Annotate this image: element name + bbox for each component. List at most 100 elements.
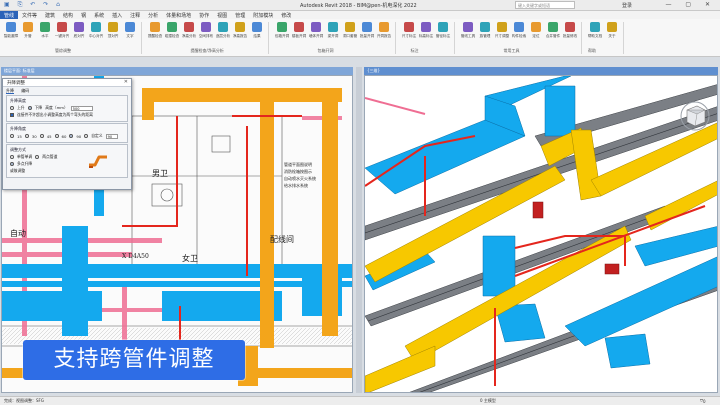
window-controls[interactable]: — ▢ ✕	[665, 1, 716, 8]
ribbon-button-label: 批量开洞	[359, 34, 375, 38]
ribbon-button-2-2[interactable]: 墙体开洞	[308, 22, 324, 46]
dialog-title-bar: 升降调整 ✕	[3, 79, 131, 87]
angle-label: 30	[31, 133, 37, 139]
ribbon-button-3-0[interactable]: 尺寸标注	[401, 22, 417, 46]
ribbon-button-3-2[interactable]: 管径标注	[435, 22, 451, 46]
ribbon-button-4-3[interactable]: 构件检索	[511, 22, 527, 46]
ribbon-button-label: 开洞报告	[376, 34, 392, 38]
ribbon-button-0-4[interactable]: 底对齐	[71, 22, 87, 46]
ribbon-button-1-5[interactable]: 净高报告	[232, 22, 248, 46]
quick-access-toolbar[interactable]: ▣ ⎘ ↶ ↷ ⌂	[4, 1, 63, 9]
note-checkbox[interactable]	[10, 113, 14, 117]
tool-icon	[252, 22, 262, 32]
ribbon-button-2-0[interactable]: 包箱开洞	[274, 22, 290, 46]
login-link[interactable]: 登录	[622, 2, 632, 9]
ribbon-button-1-1[interactable]: 碰撞检查	[164, 22, 180, 46]
mode-label: 多点升降	[17, 161, 33, 166]
radio-angle-15[interactable]	[10, 134, 14, 138]
plan-note-2: 自动喷水灭火系统	[284, 175, 316, 181]
ribbon-button-1-4[interactable]: 逐层分析	[215, 22, 231, 46]
ribbon-button-label: 水平	[41, 34, 49, 38]
right-view-tab[interactable]: {三维}	[364, 67, 718, 75]
radio-single[interactable]	[10, 155, 14, 159]
lift-adjust-dialog: 升降调整 ✕ 升降 编码 升降高度 上升 下降 高度（mm） 500 连接件不许…	[2, 78, 132, 190]
note-text: 连接件不许超出小调整高度为两个弯头的距离	[17, 112, 93, 117]
radio-angle-30[interactable]	[24, 134, 29, 138]
radio-down[interactable]	[27, 106, 32, 110]
ribbon-button-0-1[interactable]: 升管	[20, 22, 36, 46]
ribbon-button-label: 碰撞检查	[164, 34, 180, 38]
search-input[interactable]: 键入关键字或短语	[515, 1, 575, 9]
tool-icon	[235, 22, 245, 32]
ribbon-button-0-7[interactable]: 文字	[122, 22, 138, 46]
tool-icon	[311, 22, 321, 32]
ribbon-button-5-0[interactable]: 帮助文档	[587, 22, 603, 46]
ribbon-button-0-0[interactable]: 智能避障	[3, 22, 19, 46]
ribbon-button-4-2[interactable]: 尺寸调整	[494, 22, 510, 46]
ribbon-button-0-6[interactable]: 顶对齐	[105, 22, 121, 46]
ribbon-button-1-3[interactable]: 空间排布	[198, 22, 214, 46]
tool-icon	[150, 22, 160, 32]
ribbon-button-label: 洞口套管	[342, 34, 358, 38]
ribbon-button-label: 尺寸调整	[494, 34, 510, 38]
radio-two-point[interactable]	[35, 155, 40, 159]
height-input[interactable]: 500	[70, 105, 93, 111]
axis-label: X D4A50	[122, 253, 149, 260]
filter-icon[interactable]: ⛉ 0	[700, 398, 706, 404]
ribbon-button-4-6[interactable]: 批量修改	[562, 22, 578, 46]
group-legend: 升降角度	[10, 126, 26, 131]
ribbon-button-4-0[interactable]: 管线工具	[460, 22, 476, 46]
tab-code[interactable]: 编码	[21, 88, 29, 93]
ribbon-button-0-3[interactable]: 一键对齐	[54, 22, 70, 46]
ribbon-button-1-0[interactable]: 提醒检查	[147, 22, 163, 46]
radio-angle-60[interactable]	[54, 134, 59, 138]
ribbon-tab-bar: 管线 文件等 建筑 结构钢系统 插入 注释 分析 体量和场地 协作 视图 管理 附加模块 修改	[0, 11, 720, 20]
ribbon-button-0-5[interactable]: 中心对齐	[88, 22, 104, 46]
view-splitter[interactable]	[356, 67, 362, 393]
feature-caption: 支持跨管件调整	[23, 340, 245, 380]
tool-icon	[421, 22, 431, 32]
custom-angle-input[interactable]: 90	[105, 133, 118, 139]
ribbon-button-2-3[interactable]: 梁开洞	[325, 22, 341, 46]
status-bar: 完成：视图调整：SFG 0 主模型 ⛉ 0	[0, 396, 720, 405]
radio-angle-90[interactable]	[69, 134, 74, 138]
ribbon-button-label: 关于	[608, 34, 616, 38]
tool-icon	[125, 22, 135, 32]
tool-icon	[463, 22, 473, 32]
tool-icon	[514, 22, 524, 32]
view-cube[interactable]	[680, 101, 710, 131]
radio-angle-custom[interactable]	[84, 134, 89, 138]
ribbon-button-2-6[interactable]: 开洞报告	[376, 22, 392, 46]
radio-angle-45[interactable]	[39, 134, 44, 138]
ribbon-button-2-1[interactable]: 楼板开洞	[291, 22, 307, 46]
3d-view[interactable]	[364, 75, 718, 393]
ribbon-button-1-2[interactable]: 净高分析	[181, 22, 197, 46]
ribbon-button-4-1[interactable]: 族管理	[477, 22, 493, 46]
tool-icon	[218, 22, 228, 32]
radio-up[interactable]	[10, 106, 14, 110]
ribbon-button-label: 梁开洞	[327, 34, 339, 38]
tool-icon	[57, 22, 67, 32]
ribbon-button-0-2[interactable]: 水平	[37, 22, 53, 46]
ribbon-separator	[623, 22, 624, 54]
tool-icon	[294, 22, 304, 32]
left-view-tab[interactable]: 楼层平面: 标准层	[1, 67, 353, 75]
ribbon-button-2-4[interactable]: 洞口套管	[342, 22, 358, 46]
ribbon-button-label: 帮助文档	[587, 34, 603, 38]
ribbon-button-5-1[interactable]: 关于	[604, 22, 620, 46]
ribbon-separator	[141, 22, 142, 54]
ribbon-button-4-4[interactable]: 定位	[528, 22, 544, 46]
ribbon-button-4-5[interactable]: 合并管件	[545, 22, 561, 46]
ribbon-button-label: 管径标注	[435, 34, 451, 38]
tool-icon	[480, 22, 490, 32]
close-icon[interactable]: ✕	[124, 79, 128, 85]
ribbon-separator	[581, 22, 582, 54]
ribbon-button-3-1[interactable]: 标高标注	[418, 22, 434, 46]
ribbon-button-2-5[interactable]: 批量开洞	[359, 22, 375, 46]
tool-icon	[91, 22, 101, 32]
tool-icon	[108, 22, 118, 32]
ribbon-button-1-6[interactable]: 结果	[249, 22, 265, 46]
tab-lift[interactable]: 升降	[6, 88, 14, 94]
tool-icon	[590, 22, 600, 32]
radio-multi-point[interactable]	[10, 162, 14, 166]
